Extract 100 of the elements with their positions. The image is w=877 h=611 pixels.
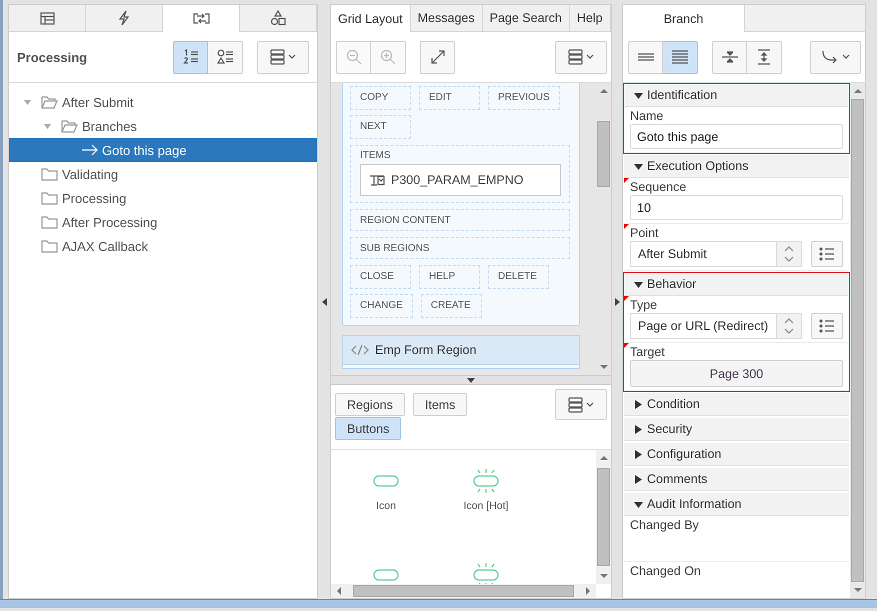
tree-item[interactable]: Branches (9, 114, 317, 138)
field-label: Point (630, 226, 660, 240)
button-slot[interactable]: EDIT (419, 86, 480, 110)
field-label: Changed By (630, 518, 700, 532)
list-icon (819, 247, 835, 261)
tree-item[interactable]: After Processing (9, 210, 317, 234)
code-icon (351, 344, 369, 356)
filter-button[interactable]: Items (412, 393, 468, 416)
scroll-down-icon (598, 363, 608, 371)
zoom-in-icon (380, 49, 396, 65)
tree-item[interactable]: Processing (9, 186, 317, 210)
menu-icon (568, 49, 594, 65)
scrollbar-thumb[interactable] (597, 121, 610, 187)
toolbar-button[interactable] (420, 40, 455, 74)
button-slot[interactable]: CHANGE (350, 294, 413, 318)
scrollbar-thumb[interactable] (851, 99, 864, 582)
button-slot[interactable]: CREATE (420, 294, 482, 318)
link-button[interactable]: Page 300 (630, 360, 843, 387)
scroll-up-icon (598, 454, 608, 462)
collapse-left-icon (322, 298, 326, 306)
button-slot[interactable]: COPY (350, 86, 411, 110)
spinner-icon (776, 242, 801, 266)
expand-all-button[interactable] (747, 40, 782, 74)
list-icon (819, 319, 835, 333)
tab[interactable] (163, 5, 240, 32)
button-slot[interactable]: PREVIOUS (488, 86, 560, 110)
field-label: Name (630, 109, 664, 123)
zoom-out-icon (346, 49, 362, 65)
scrollbar-thumb[interactable] (353, 585, 574, 597)
select-list-icon (369, 174, 385, 186)
swap-arrows-icon (192, 11, 210, 26)
button-slot[interactable]: NEXT (350, 115, 411, 139)
tree-item[interactable]: Goto this page (9, 138, 317, 162)
arrow-right-icon (81, 144, 98, 156)
list-button[interactable] (811, 313, 843, 339)
select-field[interactable]: After Submit (630, 241, 802, 267)
view-button[interactable] (663, 40, 698, 74)
button-slot[interactable]: CLOSE (350, 265, 411, 289)
spinner-icon (776, 314, 801, 338)
scroll-down-icon (852, 586, 862, 594)
dense-lines-icon (671, 50, 689, 64)
tree-item[interactable]: Validating (9, 162, 317, 186)
region-slot[interactable]: REGION CONTENT (350, 209, 570, 231)
gallery-label: Icon [Hot] (464, 500, 508, 512)
menu-button[interactable] (555, 40, 607, 74)
panel-title: Processing (17, 50, 88, 64)
scrollbar[interactable] (331, 584, 596, 598)
text-field[interactable]: 10 (630, 195, 843, 220)
group-header[interactable]: Comments (624, 468, 849, 491)
shapes-list-icon (216, 49, 234, 65)
text-field[interactable]: Goto this page (630, 124, 843, 149)
go-to-menu-button[interactable] (810, 40, 861, 74)
view-button[interactable] (628, 40, 663, 74)
scroll-up-icon (598, 87, 608, 95)
region-bar[interactable]: Emp Form Region (342, 335, 580, 365)
scrollbar[interactable] (596, 450, 611, 584)
field-label: Changed On (630, 564, 702, 578)
select-field[interactable]: Page or URL (Redirect) (630, 313, 802, 339)
section-label: ITEMS (360, 150, 392, 161)
view-button[interactable] (208, 40, 243, 74)
table-icon (40, 12, 54, 24)
scroll-down-icon (598, 572, 608, 580)
menu-button[interactable] (257, 40, 309, 74)
curved-arrow-icon (820, 49, 850, 65)
scroll-right-icon (584, 586, 592, 596)
menu-button[interactable] (555, 389, 607, 420)
tree-item[interactable]: AJAX Callback (9, 234, 317, 258)
page-item[interactable]: P300_PARAM_EMPNO (360, 164, 561, 196)
group-header[interactable]: Configuration (624, 443, 849, 466)
collapse-all-button[interactable] (712, 40, 747, 74)
tree-item[interactable]: After Submit (9, 90, 317, 114)
expand-icon (430, 49, 446, 65)
folder-icon (41, 167, 58, 181)
folder-icon (41, 191, 58, 205)
scroll-left-icon (335, 586, 343, 596)
tab[interactable]: Grid Layout (331, 5, 411, 32)
menu-icon (270, 49, 296, 65)
list-button[interactable] (811, 241, 843, 267)
collapse-all-icon (720, 49, 738, 65)
group-header[interactable]: Behavior (624, 273, 849, 296)
field-label: Target (630, 345, 666, 359)
button-slot[interactable]: DELETE (488, 265, 549, 289)
group-header[interactable]: Identification (624, 84, 849, 107)
collapse-right-icon (614, 298, 620, 306)
scrollbar-thumb[interactable] (597, 468, 610, 566)
lines-icon (636, 51, 654, 63)
group-header[interactable]: Condition (624, 393, 849, 416)
region-slot[interactable]: SUB REGIONS (350, 237, 570, 259)
scrollbar[interactable] (850, 83, 865, 598)
group-header[interactable]: Security (624, 418, 849, 441)
shapes-icon (270, 10, 286, 26)
scroll-up-icon (852, 87, 862, 95)
filter-button[interactable]: Regions (335, 393, 405, 416)
view-button[interactable] (173, 40, 208, 74)
filter-button[interactable]: Buttons (335, 417, 402, 440)
tab[interactable]: Branch (623, 5, 745, 32)
group-header[interactable]: Audit Information (624, 493, 849, 516)
numbered-list-icon (182, 49, 198, 65)
group-header[interactable]: Execution Options (624, 155, 849, 178)
button-slot[interactable]: HELP (419, 265, 480, 289)
